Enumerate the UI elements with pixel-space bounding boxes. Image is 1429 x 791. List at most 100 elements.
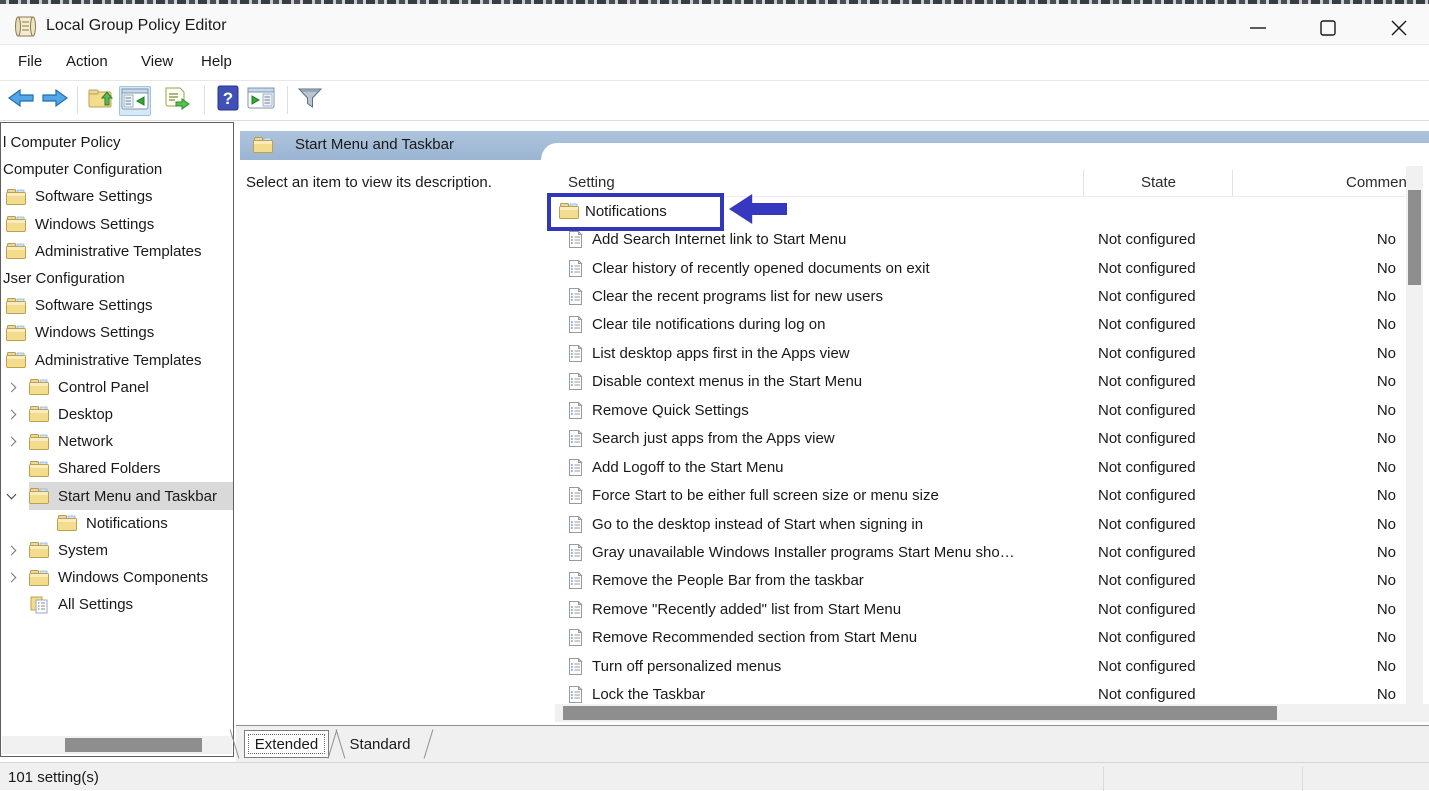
tree-item-l-computer-policy[interactable]: l Computer Policy (1, 129, 233, 156)
setting-comment: No (1232, 658, 1396, 675)
show-console-tree-button[interactable] (119, 86, 151, 116)
folder-icon (29, 542, 49, 559)
tree-item-desktop[interactable]: Desktop (1, 401, 233, 428)
tree-item-system[interactable]: System (1, 537, 233, 564)
tree-item-software-settings[interactable]: Software Settings (1, 183, 233, 210)
close-button[interactable] (1376, 8, 1422, 48)
status-bar-separator (1103, 767, 1104, 791)
setting-name: Add Logoff to the Start Menu (592, 459, 784, 476)
setting-row-clear-the-recent-programs-list-for-new-users[interactable]: Clear the recent programs list for new u… (555, 282, 1429, 310)
vertical-scrollbar[interactable] (1406, 166, 1423, 704)
tree-item-shared-folders[interactable]: Shared Folders (1, 455, 233, 482)
setting-row-disable-context-menus-in-the-start-menu[interactable]: Disable context menus in the Start MenuN… (555, 368, 1429, 396)
folder-icon (29, 460, 49, 477)
policy-setting-icon (568, 430, 583, 447)
tree-item-start-menu-and-taskbar[interactable]: Start Menu and Taskbar (1, 482, 233, 509)
chevron-collapsed-icon[interactable] (4, 374, 29, 401)
setting-row-remove-the-people-bar-from-the-taskbar[interactable]: Remove the People Bar from the taskbarNo… (555, 567, 1429, 595)
tab-slant-line (424, 730, 434, 759)
setting-row-search-just-apps-from-the-apps-view[interactable]: Search just apps from the Apps viewNot c… (555, 425, 1429, 453)
help-button[interactable]: ? (213, 86, 243, 114)
column-header-state[interactable]: State (1085, 174, 1232, 191)
tree-item-windows-components[interactable]: Windows Components (1, 564, 233, 591)
column-header-comment[interactable]: Comment (1346, 174, 1411, 191)
menu-item-file[interactable]: File (18, 53, 42, 70)
tab-extended-label: Extended (255, 736, 318, 753)
menu-item-action[interactable]: Action (66, 53, 108, 70)
tree-item-label: Jser Configuration (3, 270, 125, 287)
setting-state: Not configured (1098, 345, 1196, 362)
setting-state: Not configured (1098, 260, 1196, 277)
setting-row-force-start-to-be-either-full-screen-size-or-menu-size[interactable]: Force Start to be either full screen siz… (555, 481, 1429, 509)
chevron-collapsed-icon[interactable] (4, 564, 29, 591)
menu-item-help[interactable]: Help (201, 53, 232, 70)
setting-row-remove-recently-added-list-from-start-menu[interactable]: Remove "Recently added" list from Start … (555, 595, 1429, 623)
up-one-level-button[interactable] (86, 86, 116, 114)
setting-row-list-desktop-apps-first-in-the-apps-view[interactable]: List desktop apps first in the Apps view… (555, 339, 1429, 367)
column-header-setting[interactable]: Setting (568, 174, 615, 191)
tree-item-label: l Computer Policy (3, 134, 121, 151)
maximize-button[interactable] (1305, 8, 1351, 48)
tree-horizontal-scrollbar-thumb[interactable] (65, 738, 202, 752)
tab-extended[interactable]: Extended (244, 730, 329, 758)
vertical-scrollbar-thumb[interactable] (1408, 190, 1421, 285)
console-tree: l Computer PolicyComputer ConfigurationS… (1, 129, 233, 618)
setting-name: Force Start to be either full screen siz… (592, 487, 939, 504)
annotation-highlight-box (547, 193, 724, 231)
setting-name: Remove Recommended section from Start Me… (592, 629, 917, 646)
back-button[interactable] (6, 86, 36, 114)
setting-row-gray-unavailable-windows-installer-programs-start-menu-sho[interactable]: Gray unavailable Windows Installer progr… (555, 538, 1429, 566)
tree-item-windows-settings[interactable]: Windows Settings (1, 319, 233, 346)
tree-item-control-panel[interactable]: Control Panel (1, 374, 233, 401)
export-list-button[interactable] (162, 86, 192, 114)
tree-item-software-settings[interactable]: Software Settings (1, 292, 233, 319)
header-title: Start Menu and Taskbar (295, 136, 454, 153)
column-separator (1232, 170, 1233, 196)
tree-item-notifications[interactable]: Notifications (1, 510, 233, 537)
setting-name: Turn off personalized menus (592, 658, 781, 675)
minimize-button[interactable] (1235, 8, 1281, 48)
horizontal-scrollbar-thumb[interactable] (563, 706, 1277, 720)
menu-item-view[interactable]: View (141, 53, 173, 70)
setting-row-clear-tile-notifications-during-log-on[interactable]: Clear tile notifications during log onNo… (555, 311, 1429, 339)
tree-item-network[interactable]: Network (1, 428, 233, 455)
tree-item-all-settings[interactable]: All Settings (1, 591, 233, 618)
setting-row-remove-recommended-section-from-start-menu[interactable]: Remove Recommended section from Start Me… (555, 624, 1429, 652)
tree-item-administrative-templates[interactable]: Administrative Templates (1, 347, 233, 374)
tree-horizontal-scrollbar[interactable] (2, 736, 232, 754)
setting-row-turn-off-personalized-menus[interactable]: Turn off personalized menus Not configure… (555, 652, 1429, 680)
filter-button[interactable] (295, 86, 325, 114)
chevron-collapsed-icon[interactable] (4, 401, 29, 428)
policy-setting-icon (568, 316, 583, 333)
tree-item-computer-configuration[interactable]: Computer Configuration (1, 156, 233, 183)
chevron-placeholder (4, 455, 29, 482)
show-action-pane-button[interactable] (246, 86, 276, 114)
setting-comment: No (1232, 260, 1396, 277)
setting-comment: No (1232, 572, 1396, 589)
tree-item-windows-settings[interactable]: Windows Settings (1, 211, 233, 238)
chevron-collapsed-icon[interactable] (4, 428, 29, 455)
setting-state: Not configured (1098, 288, 1196, 305)
tree-item-administrative-templates[interactable]: Administrative Templates (1, 238, 233, 265)
all-settings-icon (29, 596, 49, 613)
toolbar-separator (204, 86, 205, 114)
tree-item-jser-configuration[interactable]: Jser Configuration (1, 265, 233, 292)
policy-setting-icon (568, 231, 583, 248)
setting-row-go-to-the-desktop-instead-of-start-when-signing-in[interactable]: Go to the desktop instead of Start when … (555, 510, 1429, 538)
status-bar-separator (1302, 767, 1303, 791)
policy-setting-icon (568, 544, 583, 561)
policy-setting-icon (568, 601, 583, 618)
horizontal-scrollbar[interactable] (555, 704, 1429, 722)
setting-row-remove-quick-settings[interactable]: Remove Quick SettingsNot configuredNo (555, 396, 1429, 424)
setting-row-lock-the-taskbar[interactable]: Lock the TaskbarNot configuredNo (555, 680, 1429, 704)
policy-setting-icon (568, 572, 583, 589)
toolbar-separator (77, 86, 78, 114)
folder-icon (6, 216, 26, 233)
forward-button[interactable] (40, 86, 70, 114)
setting-row-add-logoff-to-the-start-menu[interactable]: Add Logoff to the Start MenuNot configur… (555, 453, 1429, 481)
chevron-collapsed-icon[interactable] (4, 537, 29, 564)
chevron-expanded-icon[interactable] (4, 483, 29, 510)
tab-standard[interactable]: Standard (339, 730, 421, 758)
setting-row-clear-history-of-recently-opened-documents-on-exit[interactable]: Clear history of recently opened documen… (555, 254, 1429, 282)
setting-state: Not configured (1098, 658, 1196, 675)
